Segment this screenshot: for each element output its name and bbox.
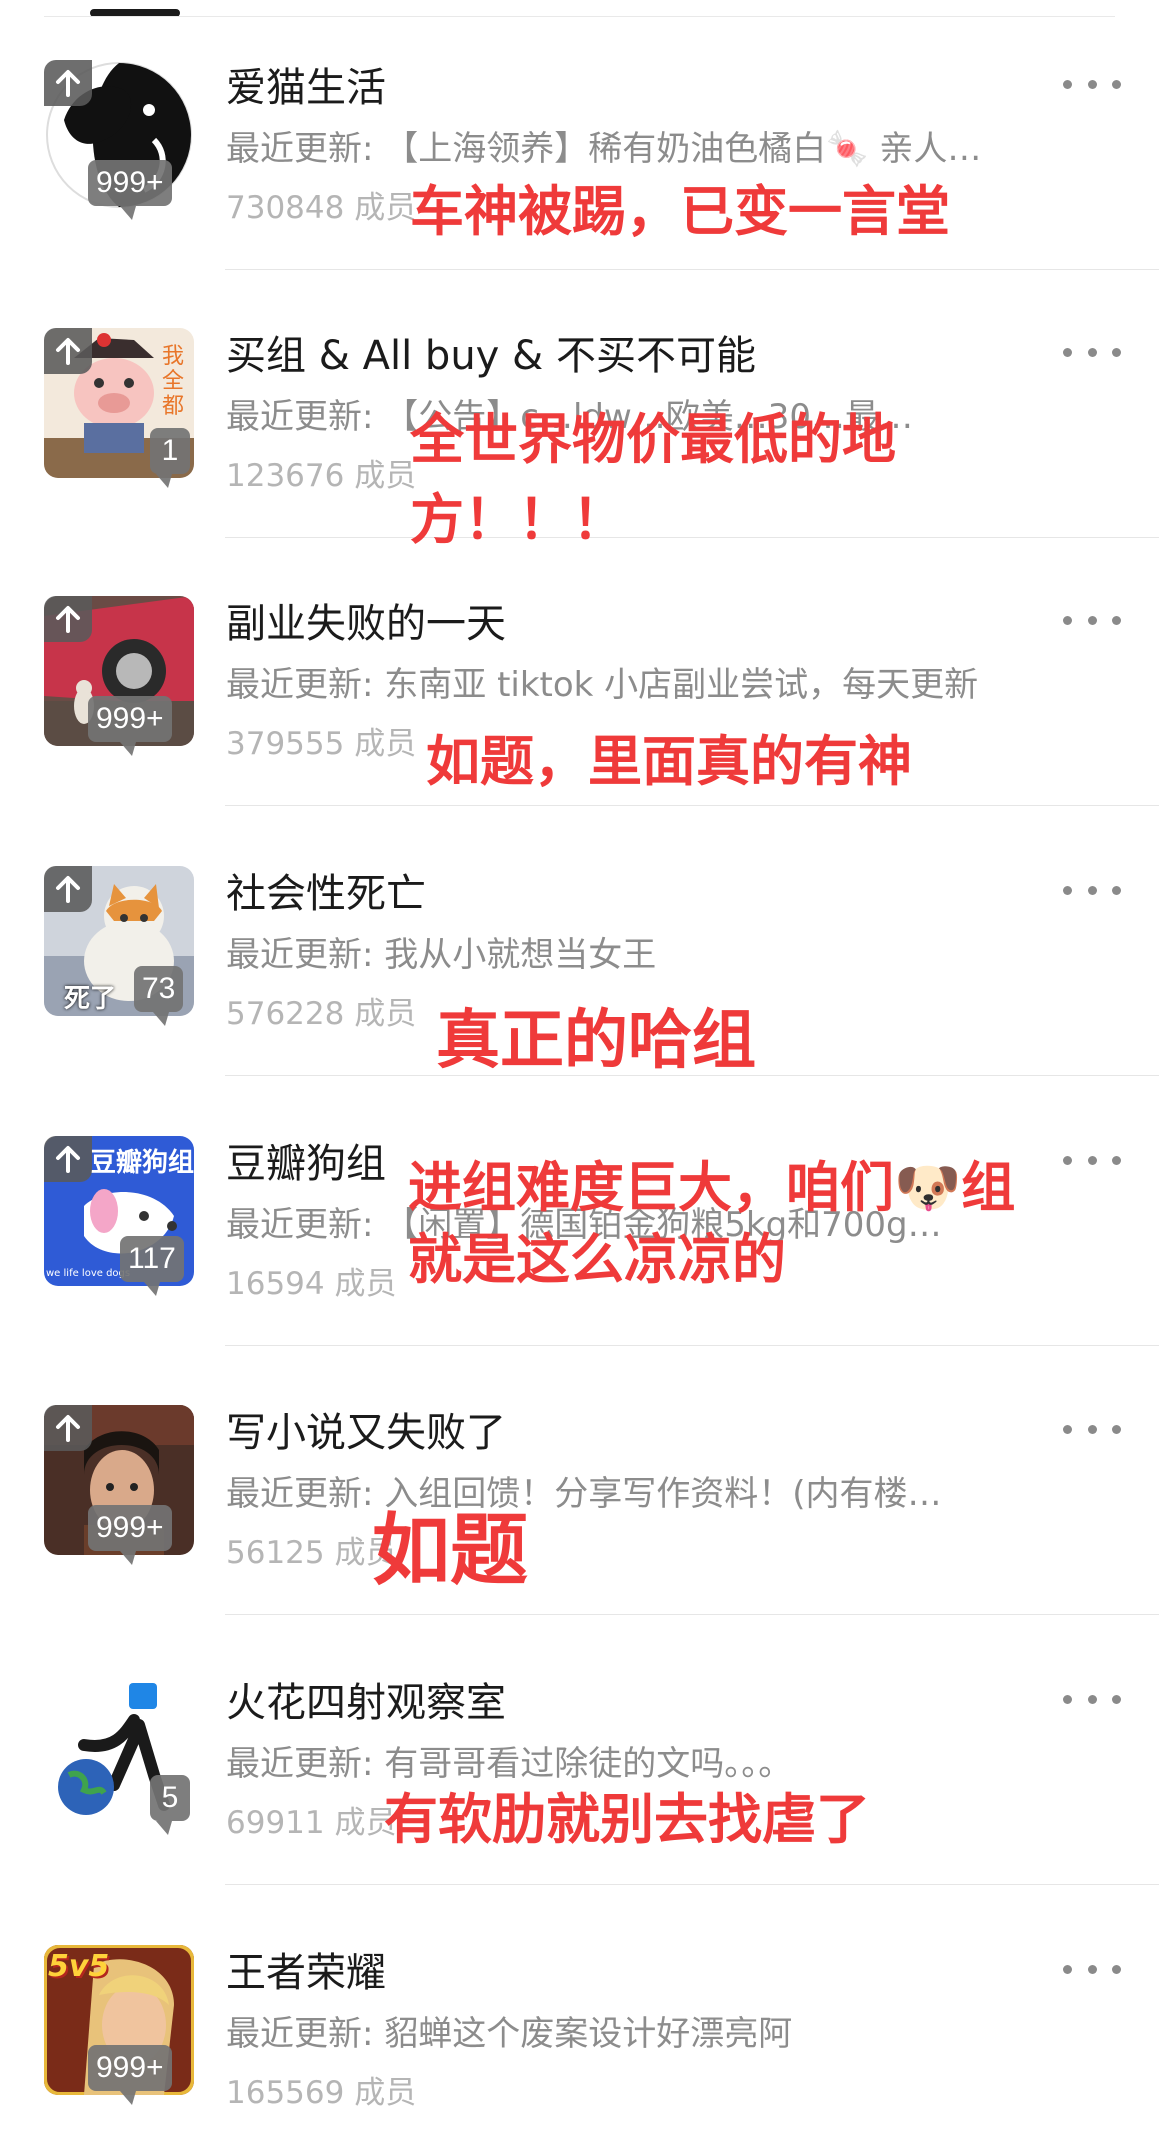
svg-text:都: 都	[162, 394, 184, 419]
unread-badge: 999+	[88, 160, 172, 220]
group-title: 火花四射观察室	[226, 1680, 506, 1726]
member-count: 576228 成员	[226, 996, 417, 1032]
unread-badge: 117	[120, 1236, 184, 1296]
group-title: 买组 & All buy & 不买不可能	[226, 333, 756, 379]
member-count: 69911 成员	[226, 1805, 397, 1841]
unread-badge: 1	[150, 428, 190, 488]
member-count: 379555 成员	[226, 726, 417, 762]
svg-text:全: 全	[162, 369, 184, 394]
list-item[interactable]: 999+ 写小说又失败了 最近更新: 入组回馈！分享写作资料！(内有楼… 561…	[0, 1345, 1159, 1615]
unread-badge: 999+	[88, 696, 172, 756]
member-count: 123676 成员	[226, 458, 417, 494]
list-item[interactable]: 5v5 999+ 王者荣耀 最近更新: 貂蝉这个废案设计好漂亮阿 165569 …	[0, 1885, 1159, 2155]
pin-to-top-icon	[44, 1405, 92, 1451]
more-options-icon[interactable]	[1063, 870, 1121, 910]
member-count: 730848 成员	[226, 190, 417, 226]
annotation-text: 方！！！	[410, 488, 626, 551]
pin-to-top-icon	[44, 866, 92, 912]
latest-update: 最近更新: 有哥哥看过除徒的文吗。。。	[226, 1744, 793, 1784]
more-options-icon[interactable]	[1063, 1140, 1121, 1180]
member-count: 16594 成员	[226, 1266, 397, 1302]
latest-update: 最近更新: 东南亚 tiktok 小店副业尝试，每天更新	[226, 665, 979, 705]
group-title: 爱猫生活	[226, 65, 386, 111]
unread-badge: 999+	[88, 2045, 172, 2105]
pin-to-top-icon	[44, 596, 92, 642]
avatar-caption: 5v5	[48, 1949, 110, 1984]
annotation-text: 全世界物价最低的地	[410, 408, 896, 471]
pin-to-top-icon	[44, 1136, 92, 1182]
more-options-icon[interactable]	[1063, 64, 1121, 104]
annotation-text: 进组难度巨大，咱们🐶组	[408, 1156, 1016, 1219]
pin-to-top-icon	[44, 328, 92, 374]
avatar-subcaption: we life love dogs	[46, 1268, 131, 1279]
more-options-icon[interactable]	[1063, 332, 1121, 372]
pin-to-top-icon	[44, 60, 92, 106]
member-count: 165569 成员	[226, 2075, 417, 2111]
annotation-text: 车神被踢，已变一言堂	[410, 180, 950, 243]
more-options-icon[interactable]	[1063, 600, 1121, 640]
annotation-text: 如题	[372, 1506, 529, 1596]
svg-text:我: 我	[162, 344, 184, 369]
unread-badge: 5	[150, 1775, 190, 1835]
annotation-text: 有软肋就别去找虐了	[384, 1788, 870, 1851]
group-title: 写小说又失败了	[226, 1410, 506, 1456]
group-title: 社会性死亡	[226, 871, 426, 917]
annotation-text: 就是这么凉凉的	[408, 1228, 786, 1291]
latest-update: 最近更新: 我从小就想当女王	[226, 935, 657, 975]
annotation-text: 真正的哈组	[436, 1004, 756, 1078]
group-title: 副业失败的一天	[226, 601, 506, 647]
member-count: 56125 成员	[226, 1535, 397, 1571]
unread-badge: 73	[134, 966, 184, 1026]
avatar-caption: 死了	[64, 984, 117, 1014]
avatar-caption: 豆瓣狗组	[90, 1148, 194, 1178]
group-title: 豆瓣狗组	[226, 1141, 386, 1187]
latest-update: 最近更新: 入组回馈！分享写作资料！(内有楼…	[226, 1474, 942, 1514]
more-options-icon[interactable]	[1063, 1949, 1121, 1989]
annotation-text: 如题，里面真的有神	[426, 730, 912, 793]
latest-update: 最近更新: 貂蝉这个废案设计好漂亮阿	[226, 2014, 793, 2054]
more-options-icon[interactable]	[1063, 1679, 1121, 1719]
unread-badge: 999+	[88, 1505, 172, 1565]
group-title: 王者荣耀	[226, 1950, 386, 1996]
latest-update: 最近更新: 【上海领养】稀有奶油色橘白🍬 亲人…	[226, 129, 982, 169]
more-options-icon[interactable]	[1063, 1409, 1121, 1449]
